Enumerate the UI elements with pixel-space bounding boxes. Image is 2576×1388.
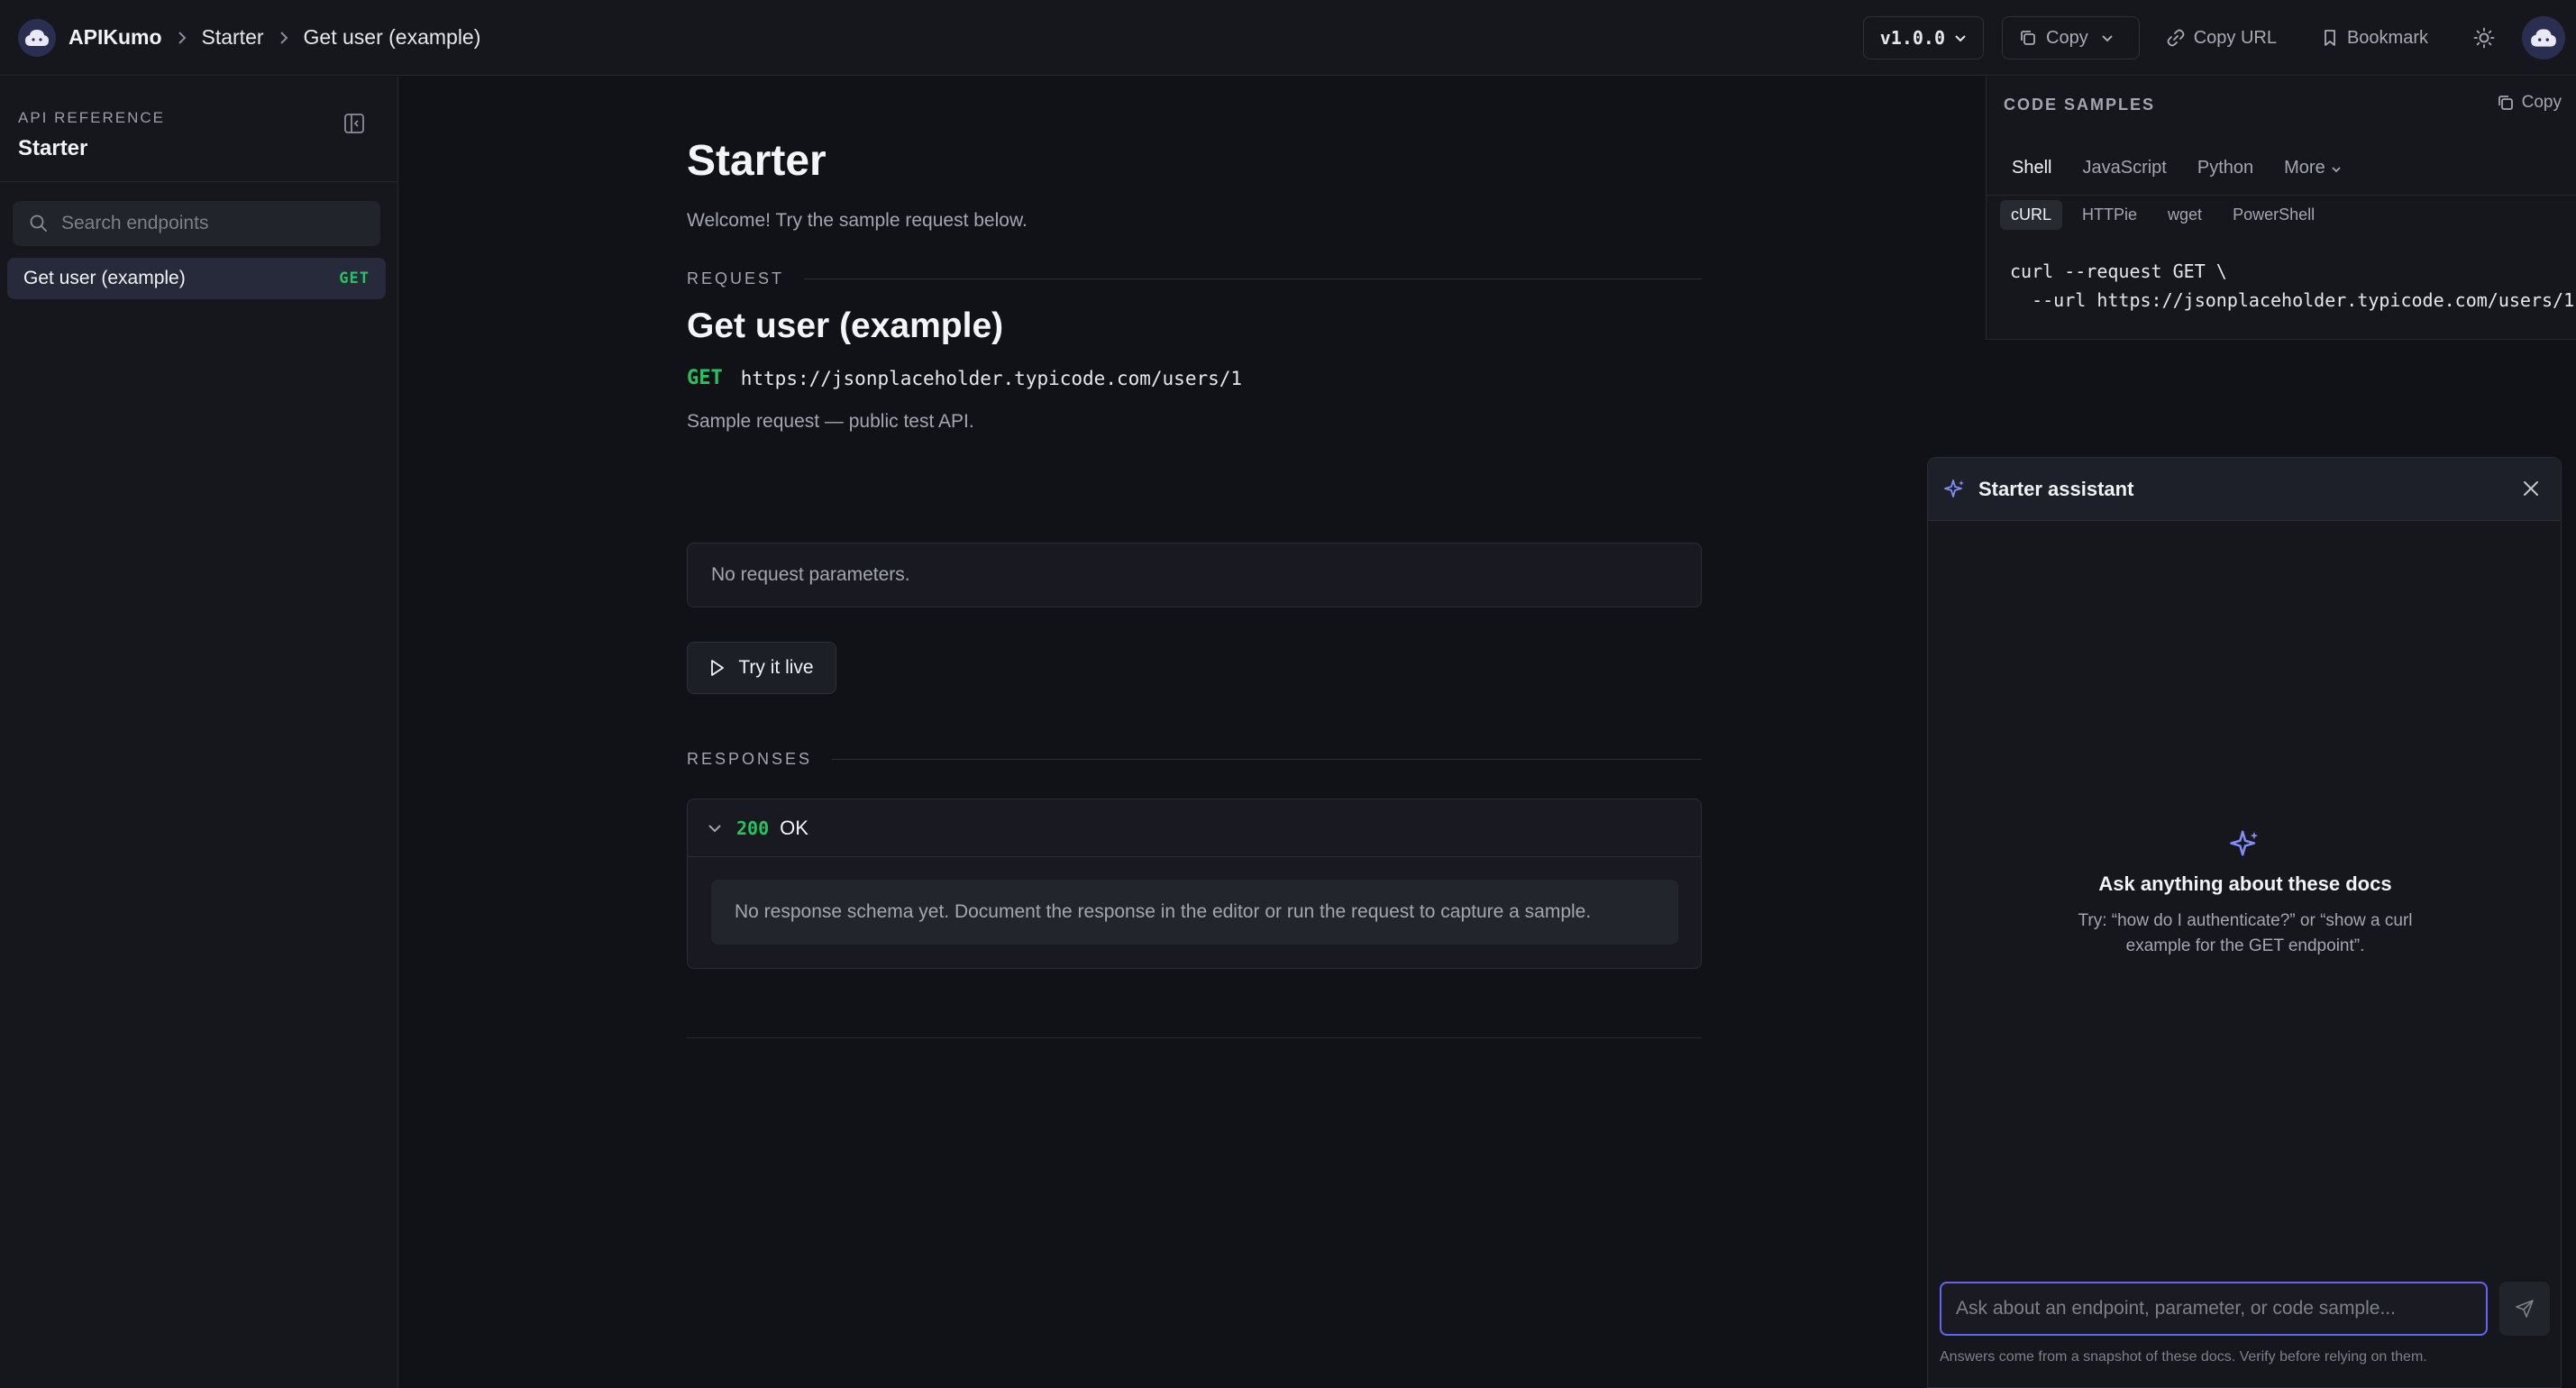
response-200-box: 200 OK No response schema yet. Document … (687, 799, 1702, 969)
version-label: v1.0.0 (1879, 27, 1945, 49)
assistant-footer-note: Answers come from a snapshot of these do… (1940, 1349, 2427, 1365)
assistant-empty-state: Ask anything about these docs Try: “how … (1928, 829, 2562, 959)
page-title: Starter (687, 137, 827, 185)
assistant-header: Starter assistant (1928, 458, 2561, 521)
chevron-right-icon (177, 31, 187, 45)
breadcrumb-current: Get user (example) (303, 25, 481, 49)
chevron-down-icon (2331, 158, 2342, 178)
bookmark-icon (2325, 30, 2335, 46)
tab-more-label: More (2284, 158, 2325, 178)
request-empty-text: No request parameters. (711, 564, 910, 585)
sidebar-header: API REFERENCE Starter (0, 77, 397, 182)
tab-httpie[interactable]: HTTPie (2071, 200, 2148, 230)
request-label: REQUEST (687, 269, 785, 288)
tab-powershell[interactable]: PowerShell (2222, 200, 2325, 230)
chevron-down-icon (708, 824, 721, 832)
responses-label: RESPONSES (687, 750, 813, 768)
sidebar-item-label: Get user (example) (23, 268, 186, 288)
chevron-right-icon (279, 31, 289, 45)
copy-label: Copy (2046, 27, 2088, 48)
try-label: Try it live (738, 657, 814, 678)
assistant-panel: Starter assistant Ask anything about the… (1927, 457, 2562, 1388)
code-samples-panel: CODE SAMPLES Copy Shell JavaScript Pytho… (1986, 77, 2576, 340)
chevron-down-icon (2101, 28, 2123, 49)
send-icon (2516, 1300, 2534, 1318)
tab-python[interactable]: Python (2197, 158, 2253, 178)
copy-icon (2498, 96, 2513, 110)
collapse-sidebar-icon[interactable] (343, 113, 365, 139)
send-button[interactable] (2499, 1282, 2550, 1336)
tab-javascript[interactable]: JavaScript (2082, 158, 2166, 178)
request-section-header: REQUEST (687, 269, 1702, 288)
code-line: curl --request GET \ (2010, 260, 2227, 282)
breadcrumb-starter[interactable]: Starter (202, 25, 264, 50)
assistant-input-box (1940, 1282, 2488, 1336)
search-input[interactable] (61, 213, 368, 234)
copy-url-label: Copy URL (2193, 27, 2277, 48)
page-description: Welcome! Try the sample request below. (687, 210, 1028, 231)
responses-section-header: RESPONSES (687, 750, 1702, 769)
method-badge: GET (339, 269, 370, 288)
divider (832, 759, 1702, 760)
response-status-text: OK (780, 816, 808, 839)
top-bar: APIKumo Starter Get user (example) v1.0.… (0, 0, 2576, 76)
assistant-empty-hint: Try: “how do I authenticate?” or “show a… (2078, 911, 2413, 955)
chevron-down-icon (1954, 28, 1967, 49)
assistant-title: Starter assistant (1978, 477, 2134, 500)
assistant-empty-title: Ask anything about these docs (2098, 872, 2392, 895)
sun-icon[interactable] (2473, 27, 2495, 49)
close-icon[interactable] (2521, 479, 2541, 503)
response-status-code: 200 (736, 817, 770, 839)
link-icon (2167, 29, 2185, 47)
sidebar-item-get-user[interactable]: Get user (example) GET (7, 258, 386, 299)
bookmark-label: Bookmark (2346, 27, 2428, 48)
response-empty-text: No response schema yet. Document the res… (735, 901, 1592, 922)
request-params-box: No request parameters. (687, 543, 1702, 607)
endpoint-url[interactable]: https://jsonplaceholder.typicode.com/use… (741, 368, 1242, 389)
endpoint-title: Get user (example) (687, 306, 1004, 345)
code-line: --url https://jsonplaceholder.typicode.c… (2010, 289, 2575, 311)
sparkle-icon (1928, 829, 2562, 860)
divider (687, 1037, 1702, 1038)
brand-name: APIKumo (69, 25, 162, 49)
assistant-input[interactable] (1941, 1283, 2486, 1334)
tab-shell[interactable]: Shell (2012, 158, 2051, 178)
tab-more[interactable]: More (2284, 158, 2342, 178)
copy-dropdown-button[interactable]: Copy (2002, 16, 2140, 59)
copy-url-button[interactable]: Copy URL (2167, 28, 2277, 49)
avatar[interactable] (2522, 16, 2565, 59)
code-copy-label: Copy (2521, 93, 2562, 112)
endpoint-line: GET https://jsonplaceholder.typicode.com… (687, 367, 1242, 389)
code-samples-label: CODE SAMPLES (2004, 96, 2156, 114)
tab-wget[interactable]: wget (2157, 200, 2213, 230)
search-icon (30, 215, 47, 232)
copy-icon (2021, 31, 2035, 45)
version-select[interactable]: v1.0.0 (1862, 16, 1984, 59)
cloud-logo-icon (18, 18, 56, 57)
brand[interactable]: APIKumo (18, 18, 162, 57)
endpoint-description: Sample request — public test API. (687, 411, 974, 432)
response-header[interactable]: 200 OK (688, 799, 1701, 857)
sidebar: API REFERENCE Starter Get user (example)… (0, 77, 398, 1388)
sparkle-icon (1944, 479, 1964, 498)
play-icon (711, 660, 725, 676)
search-box (13, 201, 380, 246)
sidebar-title: Starter (18, 136, 88, 160)
sidebar-section-label: API REFERENCE (18, 109, 165, 126)
endpoint-method: GET (687, 367, 723, 389)
response-empty-box: No response schema yet. Document the res… (711, 880, 1678, 945)
language-tabs: Shell JavaScript Python More (1987, 142, 2576, 196)
client-tabs: cURL HTTPie wget PowerShell (2000, 194, 2334, 235)
code-copy-button[interactable]: Copy (2497, 93, 2562, 113)
try-it-live-button[interactable]: Try it live (687, 642, 836, 694)
bookmark-button[interactable]: Bookmark (2322, 28, 2428, 49)
code-block: curl --request GET \ --url https://jsonp… (2010, 257, 2574, 315)
tab-curl[interactable]: cURL (2000, 199, 2063, 230)
